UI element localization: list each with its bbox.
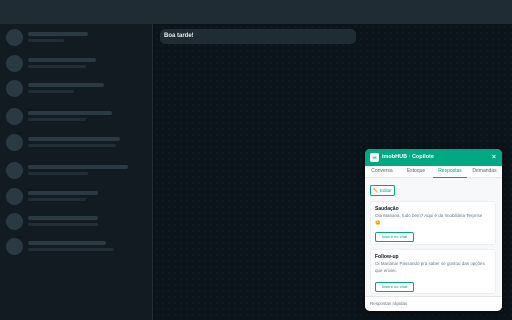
chat-list-sidebar: [0, 24, 153, 320]
chat-name-placeholder: [28, 111, 112, 115]
chat-name-placeholder: [28, 165, 128, 169]
reply-title: Follow-up: [375, 254, 399, 260]
copilot-title: imobHUB · Copilote: [382, 154, 434, 160]
imobhub-logo-icon: IH: [370, 153, 379, 162]
chat-list-item[interactable]: [0, 209, 153, 235]
copilot-footer: Respostas rápidas: [365, 296, 502, 311]
avatar: [6, 188, 23, 205]
reply-text: Oi Mariana! Passando pra saber se gostou…: [375, 261, 485, 273]
reply-card: Follow-up Oi Mariana! Passando pra saber…: [370, 249, 496, 294]
replies-list: ✏️ Editar Saudação Olá Mariana, tudo bem…: [365, 178, 502, 296]
chat-preview-placeholder: [28, 65, 86, 68]
reply-title: Saudação: [375, 206, 399, 212]
chat-preview-placeholder: [28, 223, 98, 226]
avatar: [6, 238, 23, 255]
chat-list-item[interactable]: [0, 104, 153, 130]
avatar: [6, 55, 23, 72]
chat-preview-placeholder: [28, 144, 116, 147]
chat-list-item[interactable]: [0, 51, 153, 77]
tab-conversa[interactable]: Conversa: [365, 166, 399, 178]
top-bar: [0, 0, 512, 24]
chat-list-item[interactable]: [0, 234, 153, 260]
chat-name-placeholder: [28, 83, 104, 87]
chat-list-item[interactable]: [0, 184, 153, 210]
tab-respostas[interactable]: Respostas: [433, 166, 467, 178]
chat-list-item[interactable]: [0, 158, 153, 184]
avatar: [6, 213, 23, 230]
message-bubble: Boa tarde!: [160, 29, 356, 44]
chat-name-placeholder: [28, 191, 98, 195]
avatar: [6, 134, 23, 151]
reply-card: Saudação Olá Mariana, tudo bem? Aqui é d…: [370, 201, 496, 245]
avatar: [6, 108, 23, 125]
tab-demandas[interactable]: Demandas: [467, 166, 502, 178]
chat-preview-placeholder: [28, 198, 86, 201]
avatar: [6, 29, 23, 46]
chat-list-item[interactable]: [0, 130, 153, 156]
chat-preview-placeholder: [28, 172, 88, 175]
insert-in-chat-button[interactable]: Inserir no chat: [375, 232, 414, 242]
avatar: [6, 162, 23, 179]
copilot-panel: IH imobHUB · Copilote × Conversa Estoque…: [365, 149, 502, 311]
chat-name-placeholder: [28, 58, 96, 62]
close-button[interactable]: ×: [492, 149, 496, 166]
footer-label: Respostas rápidas: [370, 301, 408, 306]
tab-estoque[interactable]: Estoque: [399, 166, 433, 178]
chat-preview-placeholder: [28, 118, 86, 121]
chat-name-placeholder: [28, 32, 88, 36]
reply-text: Olá Mariana, tudo bem? Aqui é da Imobili…: [375, 213, 483, 225]
avatar: [6, 80, 23, 97]
edit-button[interactable]: ✏️ Editar: [370, 185, 395, 196]
chat-list-item[interactable]: [0, 76, 153, 102]
chat-preview-placeholder: [28, 39, 64, 42]
copilot-tabs: Conversa Estoque Respostas Demandas: [365, 166, 502, 178]
chat-preview-placeholder: [28, 90, 74, 93]
chat-preview-placeholder: [28, 248, 114, 251]
insert-in-chat-button[interactable]: Inserir no chat: [375, 282, 414, 292]
copilot-header: IH imobHUB · Copilote ×: [365, 149, 502, 166]
chat-name-placeholder: [28, 137, 120, 141]
chat-list-item[interactable]: [0, 25, 153, 51]
chat-name-placeholder: [28, 216, 98, 220]
chat-name-placeholder: [28, 241, 106, 245]
